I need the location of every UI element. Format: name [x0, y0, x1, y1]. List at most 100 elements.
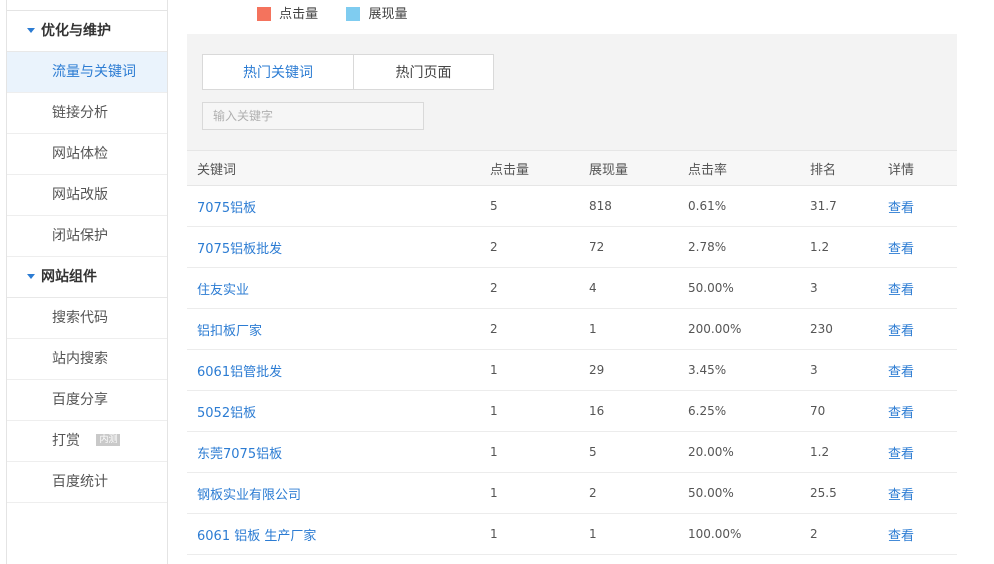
view-detail-link[interactable]: 查看 [888, 283, 914, 298]
header-impressions: 展现量 [589, 150, 688, 186]
header-keyword: 关键词 [187, 150, 490, 186]
keyword-table: 关键词 点击量 展现量 点击率 排名 详情 7075铝板 5 818 0.61%… [187, 150, 957, 555]
clicks-cell: 1 [490, 390, 589, 432]
table-row: 住友实业 2 4 50.00% 3 查看 [187, 267, 957, 309]
caret-down-icon [27, 28, 35, 33]
section-title: 网站组件 [41, 269, 97, 285]
impressions-cell: 16 [589, 390, 688, 432]
sidebar-item-site-closure[interactable]: 闭站保护 [7, 216, 167, 257]
rank-cell: 1.2 [810, 431, 888, 473]
rank-cell: 2 [810, 513, 888, 555]
chart-legend: 点击量 展现量 [257, 3, 431, 22]
table-row: 7075铝板批发 2 72 2.78% 1.2 查看 [187, 226, 957, 268]
sidebar-item-site-checkup[interactable]: 网站体检 [7, 134, 167, 175]
rank-cell: 31.7 [810, 185, 888, 227]
clicks-cell: 1 [490, 513, 589, 555]
table-row: 5052铝板 1 16 6.25% 70 查看 [187, 390, 957, 432]
clicks-swatch [257, 6, 271, 21]
legend-impressions-label: 展现量 [368, 7, 408, 22]
sidebar-item-link-analysis[interactable]: 链接分析 [7, 93, 167, 134]
impressions-cell: 818 [589, 185, 688, 227]
header-clicks: 点击量 [490, 150, 589, 186]
section-optimization-header[interactable]: 优化与维护 [7, 11, 167, 52]
impressions-cell: 2 [589, 472, 688, 514]
keyword-link[interactable]: 住友实业 [197, 283, 249, 298]
impressions-swatch [346, 6, 361, 21]
view-detail-link[interactable]: 查看 [888, 242, 914, 257]
impressions-cell: 5 [589, 431, 688, 473]
keyword-link[interactable]: 东莞7075铝板 [197, 447, 282, 462]
sidebar-item-site-revision[interactable]: 网站改版 [7, 175, 167, 216]
beta-badge: 内测 [96, 434, 121, 446]
table-row: 铝扣板厂家 2 1 200.00% 230 查看 [187, 308, 957, 350]
sidebar-item-baidu-share[interactable]: 百度分享 [7, 380, 167, 421]
ctr-cell: 0.61% [688, 185, 810, 227]
impressions-cell: 72 [589, 226, 688, 268]
sidebar-top-divider [7, 0, 167, 11]
sidebar-item-traffic-keywords[interactable]: 流量与关键词 [7, 52, 167, 93]
rank-cell: 3 [810, 349, 888, 391]
clicks-cell: 2 [490, 226, 589, 268]
ctr-cell: 3.45% [688, 349, 810, 391]
clicks-cell: 1 [490, 349, 589, 391]
ctr-cell: 20.00% [688, 431, 810, 473]
view-detail-link[interactable]: 查看 [888, 365, 914, 380]
tab-bar: 热门关键词 热门页面 [202, 54, 494, 90]
table-row: 东莞7075铝板 1 5 20.00% 1.2 查看 [187, 431, 957, 473]
keyword-link[interactable]: 7075铝板批发 [197, 242, 282, 257]
rank-cell: 70 [810, 390, 888, 432]
ctr-cell: 50.00% [688, 267, 810, 309]
tab-hot-keywords[interactable]: 热门关键词 [202, 54, 354, 90]
section-components-header[interactable]: 网站组件 [7, 257, 167, 298]
sidebar-item-reward[interactable]: 打赏 内测 [7, 421, 167, 462]
clicks-cell: 2 [490, 267, 589, 309]
view-detail-link[interactable]: 查看 [888, 447, 914, 462]
keyword-link[interactable]: 5052铝板 [197, 406, 256, 421]
ctr-cell: 50.00% [688, 472, 810, 514]
impressions-cell: 1 [589, 513, 688, 555]
legend-impressions[interactable]: 展现量 [346, 3, 407, 22]
keyword-link[interactable]: 6061 铝板 生产厂家 [197, 529, 316, 544]
view-detail-link[interactable]: 查看 [888, 324, 914, 339]
view-detail-link[interactable]: 查看 [888, 529, 914, 544]
keyword-search-input[interactable] [202, 102, 424, 130]
impressions-cell: 1 [589, 308, 688, 350]
view-detail-link[interactable]: 查看 [888, 488, 914, 503]
clicks-cell: 1 [490, 472, 589, 514]
rank-cell: 3 [810, 267, 888, 309]
ctr-cell: 200.00% [688, 308, 810, 350]
sidebar-item-search-code[interactable]: 搜索代码 [7, 298, 167, 339]
keyword-link[interactable]: 7075铝板 [197, 201, 256, 216]
rank-cell: 230 [810, 308, 888, 350]
legend-clicks[interactable]: 点击量 [257, 3, 318, 22]
rank-cell: 25.5 [810, 472, 888, 514]
clicks-cell: 5 [490, 185, 589, 227]
ctr-cell: 100.00% [688, 513, 810, 555]
keyword-link[interactable]: 铝扣板厂家 [197, 324, 262, 339]
ctr-cell: 6.25% [688, 390, 810, 432]
sidebar: 优化与维护 流量与关键词 链接分析 网站体检 网站改版 闭站保护 网站组件 搜索… [6, 0, 168, 564]
filter-panel: 热门关键词 热门页面 [187, 34, 957, 150]
tab-hot-pages[interactable]: 热门页面 [354, 54, 494, 90]
view-detail-link[interactable]: 查看 [888, 201, 914, 216]
header-detail: 详情 [888, 150, 957, 186]
section-title: 优化与维护 [41, 23, 111, 39]
table-header-row: 关键词 点击量 展现量 点击率 排名 详情 [187, 150, 957, 186]
table-row: 6061铝管批发 1 29 3.45% 3 查看 [187, 349, 957, 391]
clicks-cell: 2 [490, 308, 589, 350]
caret-down-icon [27, 274, 35, 279]
keyword-link[interactable]: 钢板实业有限公司 [197, 488, 301, 503]
table-body: 7075铝板 5 818 0.61% 31.7 查看 7075铝板批发 2 72… [187, 185, 957, 555]
rank-cell: 1.2 [810, 226, 888, 268]
clicks-cell: 1 [490, 431, 589, 473]
sidebar-item-site-search[interactable]: 站内搜索 [7, 339, 167, 380]
sidebar-item-baidu-stats[interactable]: 百度统计 [7, 462, 167, 503]
header-rank: 排名 [810, 150, 888, 186]
legend-clicks-label: 点击量 [279, 7, 319, 22]
table-row: 7075铝板 5 818 0.61% 31.7 查看 [187, 185, 957, 227]
table-row: 钢板实业有限公司 1 2 50.00% 25.5 查看 [187, 472, 957, 514]
table-row: 6061 铝板 生产厂家 1 1 100.00% 2 查看 [187, 513, 957, 555]
keyword-link[interactable]: 6061铝管批发 [197, 365, 282, 380]
view-detail-link[interactable]: 查看 [888, 406, 914, 421]
ctr-cell: 2.78% [688, 226, 810, 268]
